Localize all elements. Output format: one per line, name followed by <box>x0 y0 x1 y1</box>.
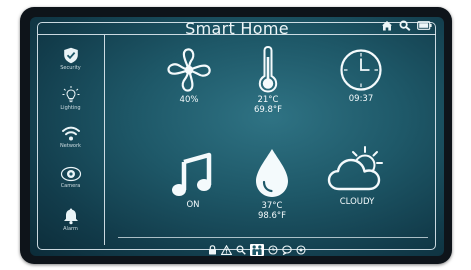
sidebar-item-network[interactable]: Network <box>37 125 104 149</box>
chat-icon[interactable] <box>282 245 292 255</box>
cloudy-sun-icon <box>317 145 397 195</box>
wifi-icon <box>37 125 104 142</box>
temperature-celsius: 21°C <box>257 95 279 105</box>
home-icon[interactable] <box>381 20 393 31</box>
status-icons <box>381 20 432 31</box>
bottom-toolbar <box>208 244 306 256</box>
fan-tile[interactable]: 40% <box>149 47 229 105</box>
water-temp-celsius: 37°C <box>261 201 283 211</box>
temperature-tile[interactable]: 21°C 69.8°F <box>228 45 308 115</box>
water-tile[interactable]: 37°C 98.6°F <box>232 147 312 221</box>
fan-icon <box>149 47 229 93</box>
settings-icon[interactable] <box>296 245 306 255</box>
weather-condition: CLOUDY <box>339 197 375 207</box>
music-status: ON <box>186 200 200 210</box>
search-icon[interactable] <box>236 245 246 255</box>
sidebar-item-label: Alarm <box>63 226 78 232</box>
lock-icon[interactable] <box>208 245 217 255</box>
clock-icon[interactable] <box>268 245 278 255</box>
clock-tile[interactable]: 09:37 <box>321 48 401 104</box>
music-tile[interactable]: ON <box>153 152 233 210</box>
weather-tile[interactable]: CLOUDY <box>317 145 397 207</box>
thermometer-icon <box>228 45 308 93</box>
sidebar-item-label: Security <box>60 65 81 71</box>
bulb-icon <box>37 85 104 104</box>
search-icon[interactable] <box>399 20 411 31</box>
music-note-icon <box>153 152 233 198</box>
clock-icon <box>321 48 401 92</box>
bottom-divider <box>118 237 428 238</box>
camera-icon <box>37 166 104 182</box>
warning-icon[interactable] <box>221 245 232 255</box>
sidebar-item-label: Camera <box>60 183 81 189</box>
clock-time: 09:37 <box>348 94 374 104</box>
sidebar-item-camera[interactable]: Camera <box>37 166 104 189</box>
water-temp-fahrenheit: 98.6°F <box>257 211 287 221</box>
battery-icon <box>417 21 432 30</box>
water-drop-icon <box>232 147 312 199</box>
shield-check-icon <box>37 47 104 64</box>
bell-icon <box>37 207 104 225</box>
sidebar-item-security[interactable]: Security <box>37 47 104 71</box>
sidebar-item-lighting[interactable]: Lighting <box>37 85 104 111</box>
fan-speed-value: 40% <box>179 95 199 105</box>
sidebar-item-label: Lighting <box>60 105 81 111</box>
temperature-fahrenheit: 69.8°F <box>253 105 283 115</box>
family-icon[interactable] <box>250 244 264 256</box>
screen: Smart Home Security Lighting Network Cam… <box>30 17 444 256</box>
sidebar-item-alarm[interactable]: Alarm <box>37 207 104 232</box>
sidebar: Security Lighting Network Camera Alarm <box>37 35 105 245</box>
sidebar-item-label: Network <box>60 143 81 149</box>
